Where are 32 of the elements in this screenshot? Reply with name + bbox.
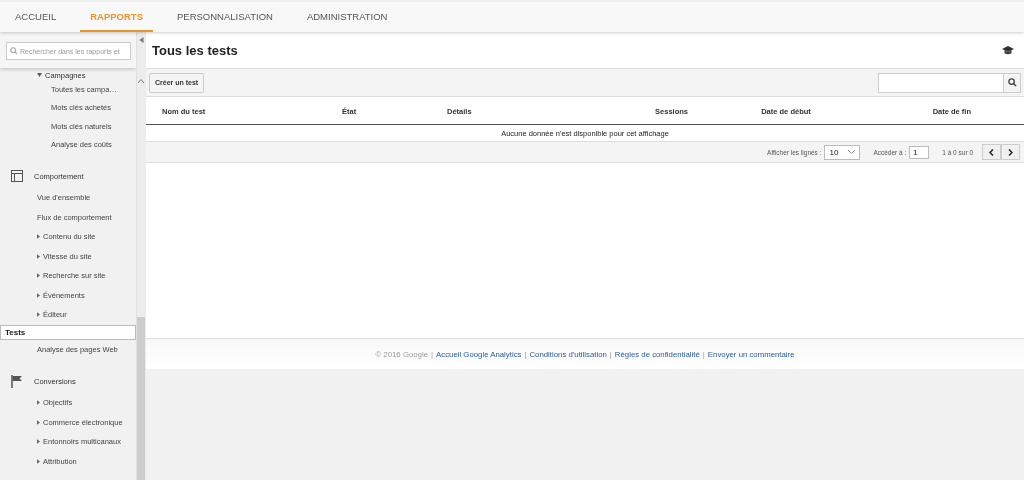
nav-tab[interactable]: PERSONNALISATION <box>167 2 283 32</box>
nav-tab[interactable]: ACCUEIL <box>5 2 67 32</box>
caret-icon[interactable] <box>37 439 40 445</box>
page-title: Tous les tests <box>152 42 238 58</box>
caret-icon[interactable] <box>37 400 40 406</box>
search-icon[interactable] <box>1007 78 1017 87</box>
scroll-up-icon[interactable] <box>138 79 144 83</box>
flag-icon <box>11 374 23 388</box>
caret-icon[interactable] <box>37 292 40 298</box>
next-page-button[interactable] <box>1001 144 1020 160</box>
caret-icon[interactable] <box>37 312 40 318</box>
layout-icon <box>11 170 23 182</box>
previous-page-button[interactable] <box>982 144 1001 160</box>
rows-select[interactable]: 10 <box>824 144 861 160</box>
caret-icon[interactable] <box>37 253 40 259</box>
search-icon <box>10 47 18 55</box>
caret-icon[interactable] <box>37 419 40 425</box>
chevron-down-icon[interactable] <box>848 150 856 154</box>
nav-tab[interactable]: ADMINISTRATION <box>296 2 398 32</box>
scrollbar-thumb[interactable] <box>137 317 145 480</box>
goto-field[interactable]: 1 <box>909 145 930 159</box>
chevron-right-icon[interactable] <box>1008 148 1013 156</box>
chevron-left-icon[interactable] <box>989 148 994 156</box>
caret-icon[interactable] <box>37 234 40 240</box>
search-button[interactable] <box>1004 72 1021 93</box>
graduation-cap-icon[interactable] <box>1002 45 1014 55</box>
caret-icon[interactable] <box>37 458 40 464</box>
collapse-icon[interactable] <box>139 37 144 43</box>
table-search-field[interactable] <box>878 72 1004 93</box>
caret-icon[interactable] <box>37 273 40 279</box>
caret-icon[interactable] <box>37 73 42 77</box>
sidebar-item[interactable]: Tests <box>5 327 26 337</box>
